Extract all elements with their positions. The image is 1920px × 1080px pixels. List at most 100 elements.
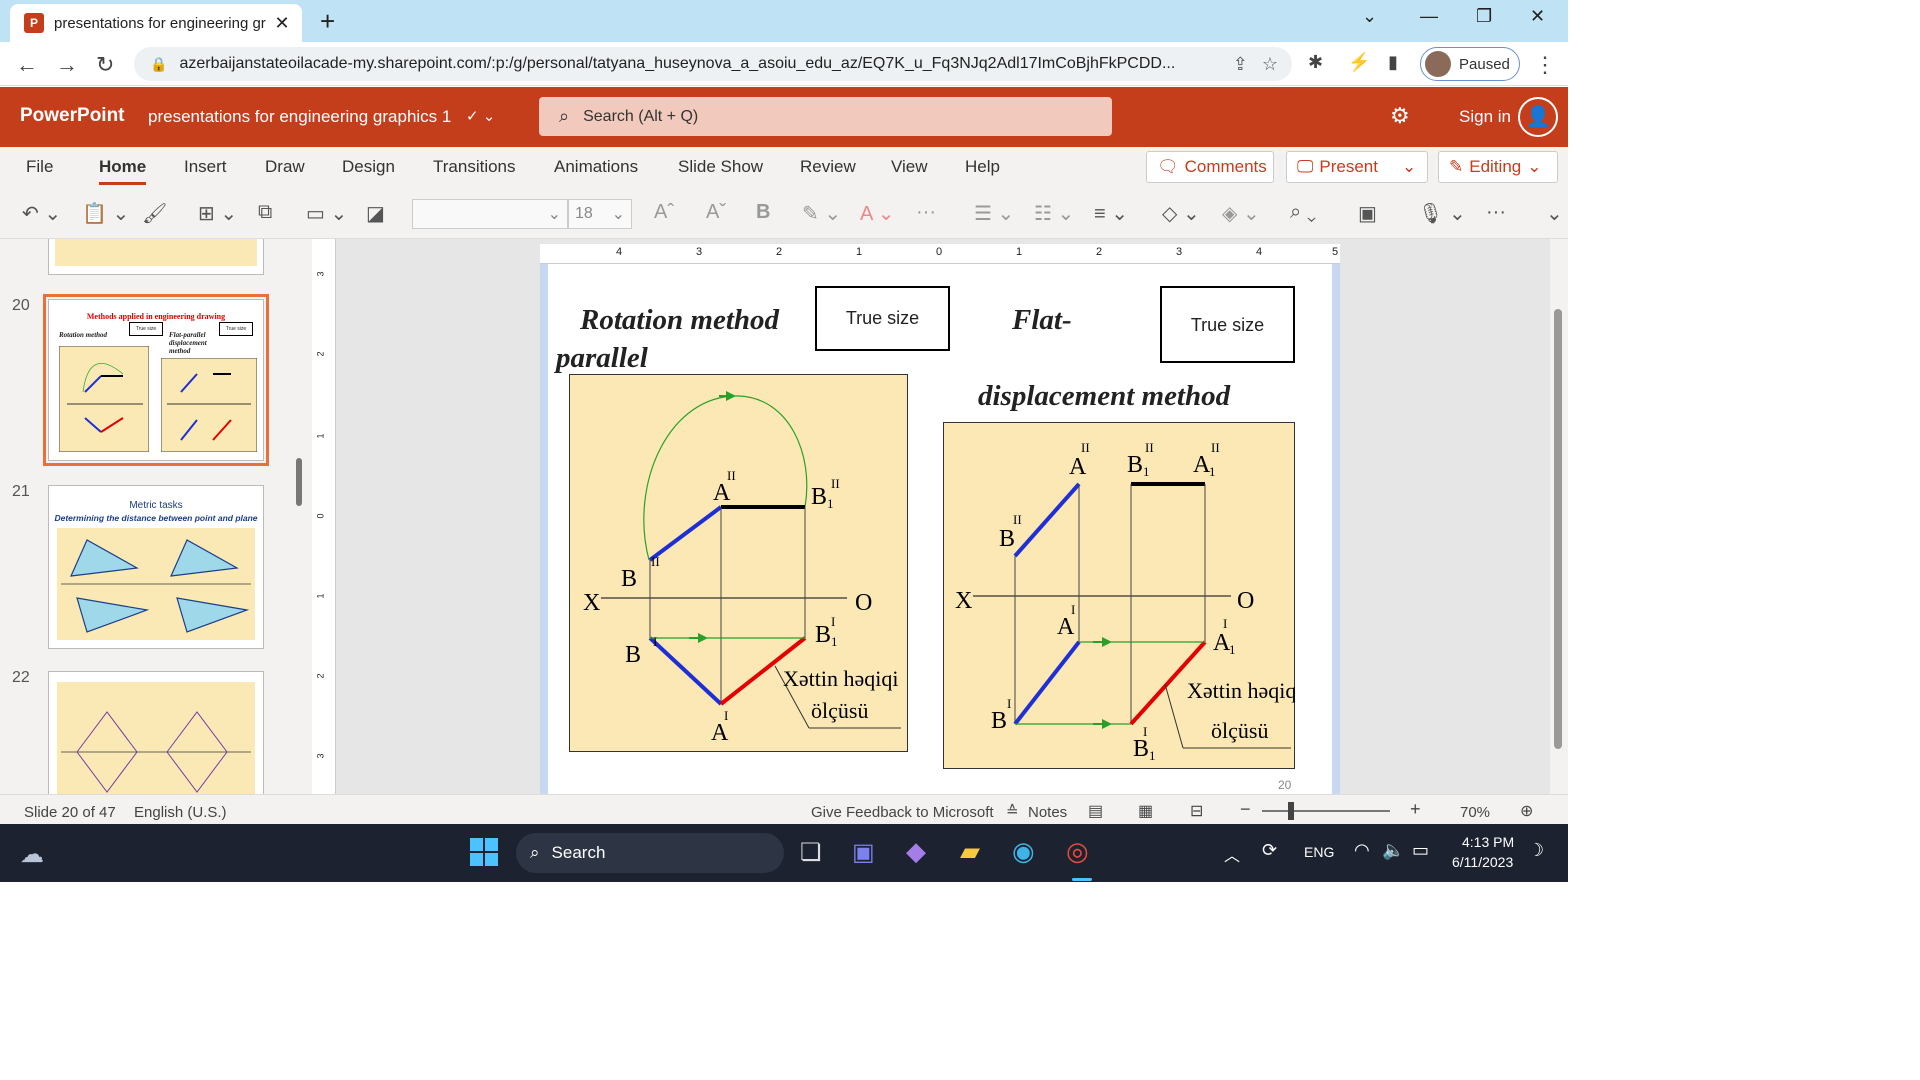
- close-tab-icon[interactable]: ✕: [270, 13, 294, 34]
- side-panel-icon[interactable]: ▮: [1388, 52, 1398, 73]
- slide-thumbnail-22[interactable]: [48, 671, 264, 794]
- bullets-icon[interactable]: ☰ ⌄: [974, 201, 1014, 226]
- visual-studio-icon[interactable]: ◆: [906, 836, 926, 867]
- close-window-icon[interactable]: ✕: [1530, 6, 1545, 27]
- dictate-icon[interactable]: 🎙 ⌄: [1418, 201, 1466, 226]
- tab-insert[interactable]: Insert: [184, 157, 227, 177]
- wifi-icon[interactable]: ◠: [1354, 840, 1370, 861]
- format-painter-icon[interactable]: 🖌: [142, 201, 167, 226]
- present-button[interactable]: 🖵 Present ⌄: [1286, 151, 1428, 183]
- forward-icon[interactable]: →: [56, 52, 78, 78]
- tab-file[interactable]: File: [26, 157, 53, 177]
- feedback-link[interactable]: Give Feedback to Microsoft: [811, 804, 994, 821]
- chevron-down-icon[interactable]: ⌄: [1402, 157, 1416, 177]
- reading-view-icon[interactable]: ⊟: [1190, 801, 1203, 821]
- notes-button[interactable]: Notes: [1028, 804, 1067, 821]
- layout-icon[interactable]: ▭ ⌄: [306, 201, 347, 226]
- find-icon[interactable]: ⌕ ⌄: [1290, 201, 1316, 224]
- new-slide-icon[interactable]: ⊞ ⌄: [198, 201, 237, 226]
- more-font-icon[interactable]: ···: [916, 201, 936, 224]
- tab-draw[interactable]: Draw: [265, 157, 305, 177]
- chrome-icon[interactable]: ◎: [1066, 836, 1089, 867]
- clock-date[interactable]: 6/11/2023: [1452, 854, 1513, 870]
- edge-icon[interactable]: ◉: [1012, 836, 1035, 867]
- sign-in-link[interactable]: Sign in: [1459, 107, 1511, 127]
- tab-view[interactable]: View: [891, 157, 928, 177]
- slide-thumbnail-20[interactable]: Methods applied in engineering drawing R…: [43, 294, 269, 466]
- back-icon[interactable]: ←: [16, 52, 38, 78]
- show-hidden-icons-icon[interactable]: ︿: [1224, 842, 1240, 866]
- battery-icon[interactable]: ▭: [1412, 840, 1429, 861]
- profile-button[interactable]: Paused: [1420, 47, 1520, 81]
- zoom-in-icon[interactable]: +: [1410, 799, 1421, 820]
- font-color-icon[interactable]: A ⌄: [860, 201, 895, 226]
- editor-scrollbar[interactable]: [1550, 239, 1568, 794]
- input-language[interactable]: ENG: [1304, 844, 1334, 860]
- font-name-select[interactable]: ⌄: [412, 199, 568, 229]
- tab-slide-show[interactable]: Slide Show: [678, 157, 763, 177]
- user-icon[interactable]: 👤: [1518, 97, 1558, 137]
- new-tab-icon[interactable]: +: [320, 6, 335, 37]
- reuse-slides-icon[interactable]: ⧉: [258, 201, 272, 224]
- volume-icon[interactable]: 🔈: [1382, 840, 1404, 861]
- numbering-icon[interactable]: ☷ ⌄: [1034, 201, 1074, 226]
- tab-help[interactable]: Help: [965, 157, 1000, 177]
- sync-icon[interactable]: ⟳: [1262, 840, 1277, 861]
- language-indicator[interactable]: English (U.S.): [134, 804, 227, 821]
- thumbnail-scrollbar[interactable]: [296, 458, 302, 506]
- bookmark-star-icon[interactable]: ☆: [1262, 54, 1278, 75]
- gear-icon[interactable]: ⚙: [1390, 103, 1410, 129]
- saved-status-icon[interactable]: ✓ ⌄: [466, 107, 495, 125]
- scrollbar-thumb[interactable]: [1554, 309, 1562, 749]
- performance-icon[interactable]: ⚡: [1348, 52, 1370, 73]
- share-icon[interactable]: ⇪: [1233, 54, 1248, 75]
- extensions-icon[interactable]: ✱: [1308, 52, 1323, 73]
- browser-tab[interactable]: P presentations for engineering gr ✕: [10, 4, 302, 42]
- taskbar-search[interactable]: ⌕ Search: [516, 833, 784, 873]
- tab-home[interactable]: Home: [99, 157, 147, 185]
- slide-sorter-icon[interactable]: ▦: [1138, 801, 1153, 821]
- reload-icon[interactable]: ↻: [96, 52, 114, 78]
- slide-thumbnail-19[interactable]: [48, 239, 264, 275]
- shape-fill-icon[interactable]: ◈ ⌄: [1222, 201, 1260, 226]
- designer-icon[interactable]: ▣: [1358, 201, 1377, 226]
- tab-transitions[interactable]: Transitions: [433, 157, 516, 177]
- zoom-slider-thumb[interactable]: [1288, 802, 1294, 820]
- tab-review[interactable]: Review: [800, 157, 856, 177]
- app-brand[interactable]: PowerPoint: [20, 105, 125, 127]
- more-options-icon[interactable]: ···: [1486, 201, 1506, 224]
- background-icon[interactable]: ◪: [366, 201, 385, 226]
- file-explorer-icon[interactable]: ▰: [960, 836, 980, 867]
- teams-icon[interactable]: ▣: [852, 838, 875, 867]
- font-size-select[interactable]: 18 ⌄: [568, 199, 632, 229]
- notifications-icon[interactable]: ☽: [1528, 840, 1544, 861]
- align-icon[interactable]: ≡ ⌄: [1094, 201, 1128, 226]
- zoom-level[interactable]: 70%: [1460, 804, 1490, 821]
- shrink-font-icon[interactable]: Aˇ: [706, 201, 726, 224]
- clock-time[interactable]: 4:13 PM: [1462, 834, 1514, 850]
- slide-thumbnail-21[interactable]: Metric tasks Determining the distance be…: [48, 485, 264, 649]
- expand-ribbon-icon[interactable]: ⌄: [1546, 201, 1563, 226]
- slide-20[interactable]: Rotation method parallel True size Flat-…: [540, 264, 1340, 794]
- bold-icon[interactable]: B: [756, 201, 770, 224]
- shapes-icon[interactable]: ◇ ⌄: [1162, 201, 1200, 226]
- task-view-icon[interactable]: ❏: [800, 838, 822, 867]
- document-title[interactable]: presentations for engineering graphics 1: [148, 107, 451, 127]
- tab-animations[interactable]: Animations: [554, 157, 638, 177]
- comments-button[interactable]: 🗨 Comments: [1146, 151, 1274, 183]
- paste-icon[interactable]: 📋 ⌄: [82, 201, 129, 226]
- normal-view-icon[interactable]: ▤: [1088, 801, 1103, 821]
- tab-design[interactable]: Design: [342, 157, 395, 177]
- url-field[interactable]: 🔒 azerbaijanstateoilacade-my.sharepoint.…: [134, 47, 1292, 81]
- search-input[interactable]: ⌕ Search (Alt + Q): [539, 97, 1112, 136]
- editing-mode-button[interactable]: ✎ Editing ⌄: [1438, 151, 1558, 183]
- grow-font-icon[interactable]: Aˆ: [654, 201, 674, 224]
- tab-search-icon[interactable]: ⌄: [1362, 6, 1377, 27]
- zoom-slider[interactable]: [1262, 802, 1390, 820]
- highlight-icon[interactable]: ✎ ⌄: [802, 201, 841, 226]
- zoom-out-icon[interactable]: −: [1240, 799, 1251, 820]
- more-menu-icon[interactable]: ⋮: [1534, 52, 1556, 78]
- fit-to-window-icon[interactable]: ⊕: [1520, 801, 1533, 821]
- undo-icon[interactable]: ↶ ⌄: [22, 201, 61, 226]
- start-icon[interactable]: [470, 838, 498, 866]
